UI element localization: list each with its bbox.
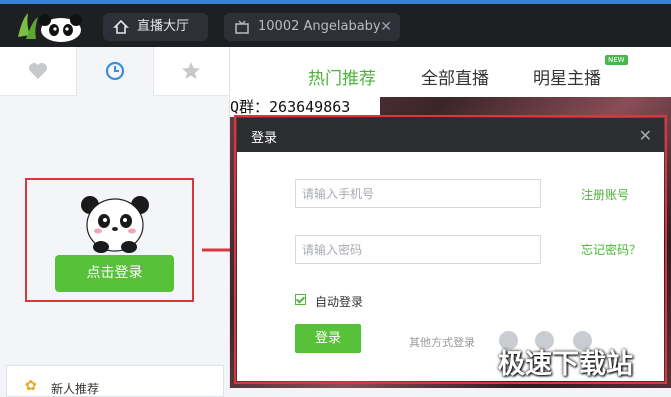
new-recommend-label: 新人推荐 <box>51 382 100 396</box>
phone-input[interactable] <box>295 179 541 208</box>
tab-room-label: 10002 Angelababy <box>258 19 381 34</box>
password-input[interactable] <box>295 235 541 264</box>
tab-close-button[interactable]: ✕ <box>380 13 392 41</box>
other-login-methods-label: 其他方式登录 <box>409 336 475 349</box>
tab-live-hall[interactable]: 直播大厅 <box>103 13 208 41</box>
star-icon <box>182 62 200 79</box>
dialog-close-button[interactable]: ✕ <box>639 126 652 145</box>
panda-mascot-icon <box>81 196 149 253</box>
new-recommend-section[interactable]: ✿ 新人推荐 <box>6 365 224 397</box>
left-tab-bar <box>0 47 229 96</box>
nav-hot-recommend[interactable]: 热门推荐 <box>308 64 376 89</box>
tab-live-hall-label: 直播大厅 <box>137 19 190 34</box>
tab-history[interactable] <box>76 47 154 96</box>
top-bar: 直播大厅 10002 Angelababy ✕ <box>0 4 671 47</box>
category-nav: 热门推荐 全部直播 明星主播 NEW <box>230 47 671 97</box>
tab-favorites[interactable] <box>0 47 76 95</box>
panda-logo-icon <box>18 13 82 42</box>
auto-login-checkbox[interactable] <box>295 294 306 305</box>
home-icon <box>113 19 129 34</box>
heart-icon <box>29 63 47 79</box>
tv-icon <box>235 20 249 34</box>
nav-star-anchor[interactable]: 明星主播 <box>533 64 601 89</box>
nav-all-live[interactable]: 全部直播 <box>421 64 489 89</box>
forgot-password-link[interactable]: 忘记密码？ <box>581 241 641 258</box>
badge-icon: ✿ <box>25 378 37 394</box>
qq-group-text: Q群：263649863 <box>230 97 380 117</box>
auto-login-label: 自动登录 <box>315 295 364 309</box>
tab-room[interactable]: 10002 Angelababy ✕ <box>224 13 400 41</box>
login-button[interactable]: 登录 <box>295 324 361 353</box>
watermark-text: 极速下载站 <box>498 349 633 380</box>
clock-icon <box>105 61 125 81</box>
new-badge: NEW <box>605 55 628 65</box>
left-panel: 点击登录 ✿ 新人推荐 <box>0 47 230 397</box>
register-link[interactable]: 注册账号 <box>581 186 629 203</box>
tab-star[interactable] <box>153 47 229 95</box>
dialog-title: 登录 <box>251 131 278 146</box>
dialog-header: 登录 ✕ <box>237 118 664 152</box>
click-login-button[interactable]: 点击登录 <box>55 255 174 292</box>
